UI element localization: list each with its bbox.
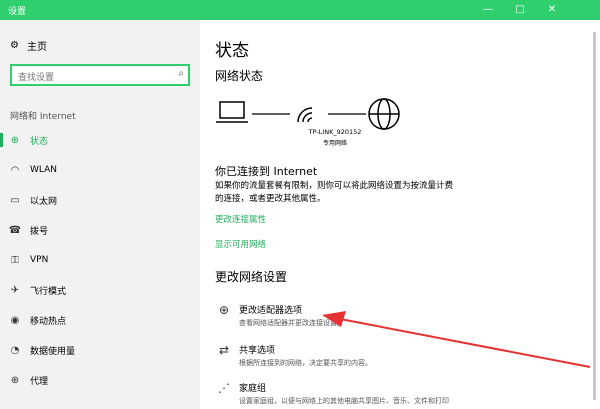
option-homegroup[interactable]: ⋰ 家庭组 设置家庭组，以便与网络上的其他电脑共享图片、音乐、文件和打印 <box>215 381 449 406</box>
network-diagram <box>216 98 400 130</box>
option-sharing[interactable]: ⇄ 共享选项 根据所连接到的网络，决定要共享的内容。 <box>215 343 372 368</box>
sidebar-item-label: 以太网 <box>30 196 58 207</box>
minimize-button[interactable]: — <box>472 0 504 20</box>
sidebar-item-proxy[interactable]: ⊕ 代理 <box>0 366 200 394</box>
sidebar-item-wlan[interactable]: ◠ WLAN <box>0 156 200 184</box>
option-title: 更改适配器选项 <box>239 306 303 316</box>
connected-description: 如果你的流量套餐有限制，则你可以将此网络设置为按流量计费的连接，或者更改其他属性… <box>215 181 454 204</box>
option-title: 共享选项 <box>239 346 276 356</box>
network-status-heading: 网络状态 <box>215 69 264 83</box>
option-subtitle: 查看网络适配器并更改连接设置。 <box>239 319 344 327</box>
globe-status-icon: ⊕ <box>10 134 20 146</box>
proxy-icon: ⊕ <box>10 374 20 386</box>
sidebar: ⚙ 主页 查找设置 ⌕ 网络和 Internet ⊕ 状态 ◠ WLAN ▭ 以… <box>0 20 200 409</box>
home-link[interactable]: ⚙ 主页 <box>10 38 47 53</box>
sidebar-item-ethernet[interactable]: ▭ 以太网 <box>0 186 200 214</box>
search-input[interactable]: 查找设置 ⌕ <box>10 64 190 86</box>
sidebar-item-dialup[interactable]: ☎ 拨号 <box>0 216 200 244</box>
sidebar-item-label: 状态 <box>30 136 49 147</box>
adapter-icon: ⊕ <box>218 303 230 317</box>
dialup-icon: ☎ <box>8 224 22 236</box>
change-connection-properties-link[interactable]: 更改连接属性 <box>215 213 266 225</box>
maximize-button[interactable]: □ <box>504 0 536 20</box>
laptop-icon <box>216 101 248 123</box>
search-icon[interactable]: ⌕ <box>178 68 184 79</box>
homegroup-icon: ⋰ <box>218 381 230 395</box>
window-title: 设置 <box>8 7 27 17</box>
title-bar: 设置 — □ ✕ <box>0 0 600 20</box>
sidebar-item-label: 飞行模式 <box>30 286 67 297</box>
wifi-icon: ◠ <box>10 164 20 176</box>
data-usage-icon: ◔ <box>10 344 20 356</box>
network-name: TP-LINK_920152 <box>308 128 362 136</box>
sidebar-item-vpn[interactable]: ⚿ VPN <box>0 246 200 274</box>
share-icon: ⇄ <box>218 343 230 357</box>
home-label: 主页 <box>26 42 47 53</box>
sidebar-item-label: WLAN <box>30 165 58 175</box>
close-button[interactable]: ✕ <box>536 0 568 20</box>
vpn-icon: ⚿ <box>11 254 19 266</box>
ethernet-icon: ▭ <box>10 194 20 206</box>
section-label: 网络和 Internet <box>10 112 76 122</box>
option-adapter[interactable]: ⊕ 更改适配器选项 查看网络适配器并更改连接设置。 <box>215 303 344 328</box>
internet-globe-icon <box>368 98 400 130</box>
sidebar-item-hotspot[interactable]: ◉ 移动热点 <box>0 306 200 334</box>
change-network-settings-heading: 更改网络设置 <box>215 270 288 284</box>
option-subtitle: 设置家庭组，以便与网络上的其他电脑共享图片、音乐、文件和打印 <box>239 397 449 405</box>
sidebar-item-label: 移动热点 <box>30 316 67 327</box>
page-title: 状态 <box>215 41 249 61</box>
search-placeholder: 查找设置 <box>18 73 55 83</box>
sidebar-item-label: 代理 <box>30 376 49 387</box>
connected-title: 你已连接到 Internet <box>215 165 318 178</box>
sidebar-item-status[interactable]: ⊕ 状态 <box>0 126 200 154</box>
option-subtitle: 根据所连接到的网络，决定要共享的内容。 <box>239 359 372 367</box>
sidebar-item-airplane[interactable]: ✈ 飞行模式 <box>0 276 200 304</box>
wifi-signal-icon <box>297 107 313 123</box>
option-title: 家庭组 <box>239 384 267 394</box>
scrollbar[interactable] <box>593 32 596 400</box>
airplane-icon: ✈ <box>10 284 20 296</box>
hotspot-icon: ◉ <box>10 314 20 326</box>
sidebar-item-label: 拨号 <box>30 226 49 237</box>
sidebar-item-label: VPN <box>30 255 49 265</box>
sidebar-item-data-usage[interactable]: ◔ 数据使用量 <box>0 336 200 364</box>
main-content: 状态 网络状态 TP-LINK_920152 专用网络 你已连接到 Intern… <box>200 20 600 409</box>
gear-icon: ⚙ <box>10 40 19 51</box>
network-type: 专用网络 <box>322 140 347 147</box>
sidebar-item-label: 数据使用量 <box>30 346 76 357</box>
show-available-networks-link[interactable]: 显示可用网络 <box>215 238 266 250</box>
